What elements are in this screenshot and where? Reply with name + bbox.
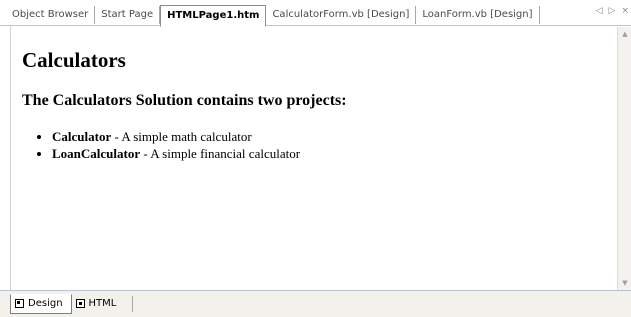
tab-design-view[interactable]: Design [10,293,72,314]
html-view-label: HTML [88,297,117,309]
intro-text: The Calculators Solution contains two pr… [22,92,347,109]
tab-calculatorform-design[interactable]: CalculatorForm.vb [Design] [266,6,417,24]
editor-window: Object Browser Start Page HTMLPage1.htm … [0,0,631,317]
html-view-icon [75,299,85,308]
list-item: LoanCalculator - A simple financial calc… [52,145,300,162]
design-surface[interactable]: Calculators The Calculators Solution con… [12,32,612,287]
project-name: Calculator [52,129,112,144]
design-view-icon [15,299,24,308]
divider [132,295,134,312]
project-list: Calculator - A simple math calculator Lo… [22,128,300,162]
page-heading: Calculators [22,48,126,72]
project-description: - A simple math calculator [111,129,252,144]
tab-html-view[interactable]: HTML [72,295,125,313]
tab-object-browser[interactable]: Object Browser [6,6,96,24]
list-item: Calculator - A simple math calculator [52,128,300,145]
scroll-up-icon[interactable]: ▲ [620,29,630,39]
document-tab-bar: Object Browser Start Page HTMLPage1.htm … [0,0,631,27]
close-tab-icon[interactable]: × [621,6,629,16]
scroll-tabs-right-icon[interactable]: ▷ [609,6,616,16]
scroll-down-icon[interactable]: ▼ [620,278,630,288]
document-tabs: Object Browser Start Page HTMLPage1.htm … [6,4,540,27]
view-switcher-bar: Design HTML [0,290,631,317]
tab-start-page[interactable]: Start Page [95,6,161,24]
scroll-tabs-left-icon[interactable]: ◁ [596,6,603,16]
design-view-label: Design [28,297,63,309]
tab-loanform-design[interactable]: LoanForm.vb [Design] [416,6,540,24]
tab-navigation: ◁ ▷ × [596,6,629,16]
view-tabs: Design HTML [10,293,134,314]
tab-htmlpage1[interactable]: HTMLPage1.htm [160,5,267,27]
left-margin [0,26,11,290]
project-description: - A simple financial calculator [140,146,301,161]
project-name: LoanCalculator [52,146,141,161]
vertical-scrollbar[interactable]: ▲ ▼ [617,27,631,290]
